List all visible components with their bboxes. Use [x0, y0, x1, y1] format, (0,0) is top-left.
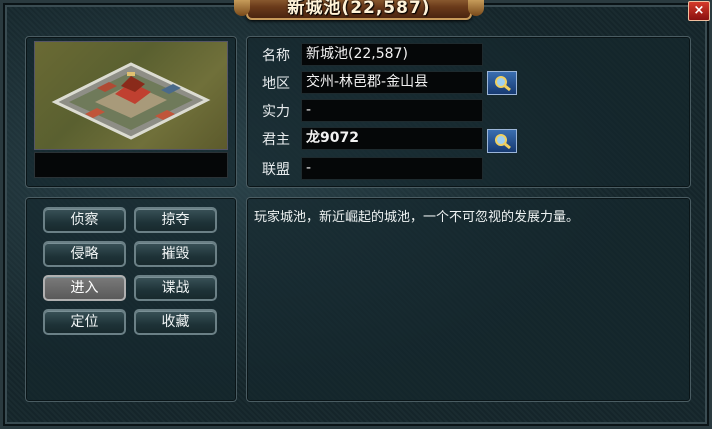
scout-button[interactable]: 侦察: [43, 207, 126, 233]
invade-button[interactable]: 侵略: [43, 241, 126, 267]
title-cap-right: [468, 0, 484, 16]
region-search-button[interactable]: [487, 71, 517, 95]
city-thumbnail: [34, 41, 228, 150]
favorite-button[interactable]: 收藏: [134, 309, 217, 335]
city-fortress-icon: [51, 62, 211, 140]
window-title: 新城池(22,587): [287, 0, 431, 18]
city-description: 玩家城池，新近崛起的城池，一个不可忽视的发展力量。: [254, 210, 580, 225]
region-label: 地区: [262, 76, 290, 92]
lord-label: 君主: [262, 132, 290, 148]
alliance-field: -: [301, 157, 483, 180]
lord-search-button[interactable]: [487, 129, 517, 153]
name-label: 名称: [262, 48, 290, 64]
espionage-button[interactable]: 谍战: [134, 275, 217, 301]
magnifier-icon: [495, 76, 511, 92]
plunder-button[interactable]: 掠夺: [134, 207, 217, 233]
power-label: 实力: [262, 104, 290, 120]
region-field: 交州-林邑郡-金山县: [301, 71, 483, 94]
description-panel: [246, 197, 691, 402]
enter-button[interactable]: 进入: [43, 275, 126, 301]
destroy-button[interactable]: 摧毁: [134, 241, 217, 267]
alliance-label: 联盟: [262, 162, 290, 178]
close-button[interactable]: ×: [688, 1, 710, 21]
thumbnail-caption-bar: [34, 152, 228, 178]
name-field: 新城池(22,587): [301, 43, 483, 66]
lord-field: 龙9072: [301, 127, 483, 150]
title-plate: 新城池(22,587): [234, 0, 484, 20]
locate-button[interactable]: 定位: [43, 309, 126, 335]
magnifier-icon: [495, 134, 511, 150]
power-field: -: [301, 99, 483, 122]
